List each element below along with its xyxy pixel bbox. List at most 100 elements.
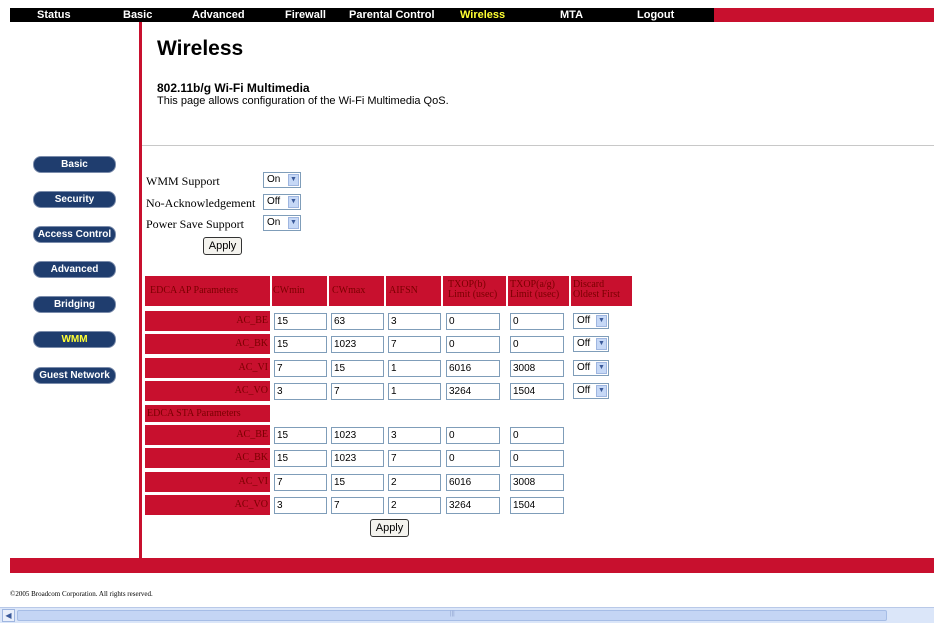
discard-value: Off xyxy=(577,362,591,373)
scroll-grip-icon: ||| xyxy=(450,611,455,617)
ap-vo-cwmin-input[interactable]: 3 xyxy=(274,383,327,400)
edca-ap-header: EDCA AP Parameters xyxy=(145,276,270,306)
no-ack-select[interactable]: Off ▼ xyxy=(263,194,301,210)
sta-vi-txop-ag-input[interactable]: 3008 xyxy=(510,474,564,491)
chevron-down-icon: ▼ xyxy=(288,217,299,229)
ap-bk-discard-select[interactable]: Off ▼ xyxy=(573,336,609,352)
ap-bk-txop-b-input[interactable]: 0 xyxy=(446,336,500,353)
top-nav-bar: Status Basic Advanced Firewall Parental … xyxy=(10,8,934,22)
sta-be-txop-b-input[interactable]: 0 xyxy=(446,427,500,444)
copyright: ©2005 Broadcom Corporation. All rights r… xyxy=(10,590,153,598)
power-save-label: Power Save Support xyxy=(146,217,244,231)
ap-vo-aifsn-input[interactable]: 1 xyxy=(388,383,441,400)
wmm-support-select[interactable]: On ▼ xyxy=(263,172,301,188)
nav-advanced[interactable]: Advanced xyxy=(192,8,245,22)
header-divider xyxy=(142,145,934,146)
sta-bk-cwmax-input[interactable]: 1023 xyxy=(331,450,384,467)
sta-be-cwmax-input[interactable]: 1023 xyxy=(331,427,384,444)
sta-vo-txop-ag-input[interactable]: 1504 xyxy=(510,497,564,514)
page-description: This page allows configuration of the Wi… xyxy=(157,95,449,107)
chevron-down-icon: ▼ xyxy=(596,338,607,350)
bottom-bar xyxy=(10,558,934,573)
ap-bk-aifsn-input[interactable]: 7 xyxy=(388,336,441,353)
ap-vo-txop-b-input[interactable]: 3264 xyxy=(446,383,500,400)
horizontal-scrollbar[interactable]: ◀ ||| xyxy=(0,607,934,623)
ap-be-aifsn-input[interactable]: 3 xyxy=(388,313,441,330)
ap-row-label: AC_VI xyxy=(145,358,270,378)
ap-vo-cwmax-input[interactable]: 7 xyxy=(331,383,384,400)
sta-vi-cwmax-input[interactable]: 15 xyxy=(331,474,384,491)
nav-basic[interactable]: Basic xyxy=(123,8,152,22)
chevron-down-icon: ▼ xyxy=(596,315,607,327)
ap-be-cwmax-input[interactable]: 63 xyxy=(331,313,384,330)
sidebar-item-basic[interactable]: Basic xyxy=(33,156,116,173)
sta-bk-txop-ag-input[interactable]: 0 xyxy=(510,450,564,467)
ap-vo-discard-select[interactable]: Off ▼ xyxy=(573,383,609,399)
sta-vo-cwmax-input[interactable]: 7 xyxy=(331,497,384,514)
ap-vo-txop-ag-input[interactable]: 1504 xyxy=(510,383,564,400)
no-ack-value: Off xyxy=(267,196,281,207)
sidebar-item-security[interactable]: Security xyxy=(33,191,116,208)
cwmin-header: CWmin xyxy=(272,276,327,306)
sta-bk-cwmin-input[interactable]: 15 xyxy=(274,450,327,467)
sta-row-label: AC_BE xyxy=(145,425,270,445)
edca-apply-button[interactable]: Apply xyxy=(370,519,409,537)
sidebar-item-advanced[interactable]: Advanced xyxy=(33,261,116,278)
wmm-support-label: WMM Support xyxy=(146,174,220,188)
power-save-select[interactable]: On ▼ xyxy=(263,215,301,231)
discard-header: Discard Oldest First xyxy=(571,276,632,306)
sta-row-label: AC_VI xyxy=(145,472,270,492)
chevron-down-icon: ▼ xyxy=(288,196,299,208)
sta-vi-cwmin-input[interactable]: 7 xyxy=(274,474,327,491)
sidebar-item-bridging[interactable]: Bridging xyxy=(33,296,116,313)
sta-vo-aifsn-input[interactable]: 2 xyxy=(388,497,441,514)
ap-vi-txop-ag-input[interactable]: 3008 xyxy=(510,360,564,377)
sta-vi-txop-b-input[interactable]: 6016 xyxy=(446,474,500,491)
txop-b-header: TXOP(b) Limit (usec) xyxy=(443,276,506,306)
sta-vi-aifsn-input[interactable]: 2 xyxy=(388,474,441,491)
ap-row-label: AC_BK xyxy=(145,334,270,354)
ap-be-txop-b-input[interactable]: 0 xyxy=(446,313,500,330)
nav-firewall[interactable]: Firewall xyxy=(285,8,326,22)
sidebar-item-wmm[interactable]: WMM xyxy=(33,331,116,348)
nav-parental-control[interactable]: Parental Control xyxy=(349,8,435,22)
nav-status[interactable]: Status xyxy=(37,8,71,22)
ap-vi-txop-b-input[interactable]: 6016 xyxy=(446,360,500,377)
discard-value: Off xyxy=(577,385,591,396)
sta-be-txop-ag-input[interactable]: 0 xyxy=(510,427,564,444)
scroll-left-icon[interactable]: ◀ xyxy=(2,609,15,622)
chevron-down-icon: ▼ xyxy=(288,174,299,186)
sta-be-cwmin-input[interactable]: 15 xyxy=(274,427,327,444)
discard-value: Off xyxy=(577,338,591,349)
sta-row-label: AC_VO xyxy=(145,495,270,515)
sta-bk-aifsn-input[interactable]: 7 xyxy=(388,450,441,467)
sta-vo-cwmin-input[interactable]: 3 xyxy=(274,497,327,514)
ap-bk-cwmin-input[interactable]: 15 xyxy=(274,336,327,353)
cwmax-header: CWmax xyxy=(329,276,384,306)
ap-vi-discard-select[interactable]: Off ▼ xyxy=(573,360,609,376)
ap-row-label: AC_BE xyxy=(145,311,270,331)
edca-sta-header: EDCA STA Parameters xyxy=(145,405,270,422)
sidebar-item-access-control[interactable]: Access Control xyxy=(33,226,116,243)
settings-apply-button[interactable]: Apply xyxy=(203,237,242,255)
sidebar-item-guest-network[interactable]: Guest Network xyxy=(33,367,116,384)
nav-logout[interactable]: Logout xyxy=(637,8,674,22)
ap-bk-txop-ag-input[interactable]: 0 xyxy=(510,336,564,353)
page-subtitle: 802.11b/g Wi-Fi Multimedia xyxy=(157,81,310,95)
ap-bk-cwmax-input[interactable]: 1023 xyxy=(331,336,384,353)
page-title: Wireless xyxy=(157,37,244,60)
wmm-support-value: On xyxy=(267,174,281,185)
sta-be-aifsn-input[interactable]: 3 xyxy=(388,427,441,444)
ap-vi-cwmin-input[interactable]: 7 xyxy=(274,360,327,377)
ap-be-cwmin-input[interactable]: 15 xyxy=(274,313,327,330)
ap-vi-cwmax-input[interactable]: 15 xyxy=(331,360,384,377)
ap-be-txop-ag-input[interactable]: 0 xyxy=(510,313,564,330)
chevron-down-icon: ▼ xyxy=(596,362,607,374)
nav-wireless[interactable]: Wireless xyxy=(460,8,505,22)
sta-bk-txop-b-input[interactable]: 0 xyxy=(446,450,500,467)
ap-be-discard-select[interactable]: Off ▼ xyxy=(573,313,609,329)
ap-vi-aifsn-input[interactable]: 1 xyxy=(388,360,441,377)
sta-vo-txop-b-input[interactable]: 3264 xyxy=(446,497,500,514)
discard-value: Off xyxy=(577,315,591,326)
nav-mta[interactable]: MTA xyxy=(560,8,583,22)
